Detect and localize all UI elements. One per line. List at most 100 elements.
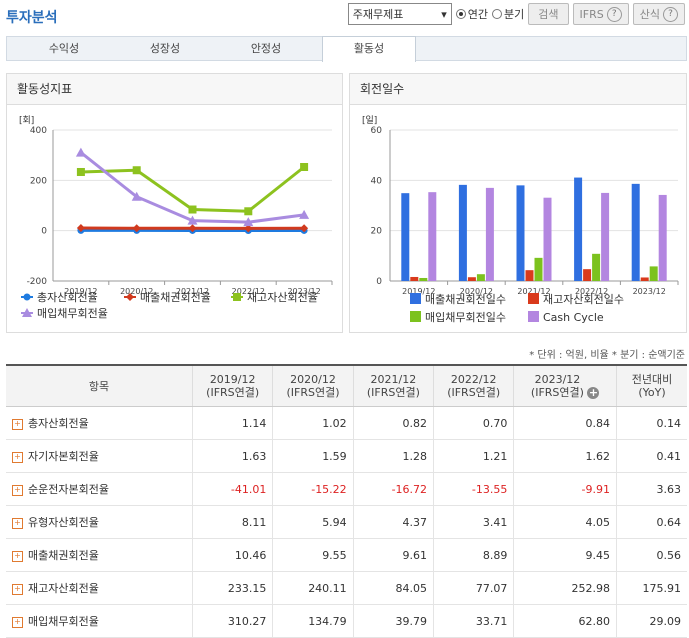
col-header-item: 항목: [6, 365, 193, 407]
tab-profitability[interactable]: 수익성: [18, 37, 110, 61]
table-cell: 3.41: [434, 506, 514, 539]
radio-quarter-label: 분기: [504, 6, 524, 22]
legend-label: 매출채권회전일수: [425, 292, 506, 306]
table-header-row: 항목 2019/12 (IFRS연결) 2020/12 (IFRS연결) 202…: [6, 365, 687, 407]
formula-label: 산식: [640, 6, 660, 22]
legend-swatch: [528, 293, 539, 304]
table-cell: -41.01: [193, 473, 273, 506]
table-cell: 8.89: [434, 539, 514, 572]
row-label-cell[interactable]: + 재고자산회전율: [6, 572, 193, 605]
panel-title: 활동성지표: [7, 74, 342, 105]
y-tick-label: 60: [371, 126, 383, 136]
legend-swatch: [410, 311, 421, 322]
table-cell: 33.71: [434, 605, 514, 638]
row-label-cell[interactable]: + 총자산회전율: [6, 407, 193, 440]
row-label: 순운전자본회전율: [28, 483, 109, 496]
table-cell: 1.21: [434, 440, 514, 473]
radio-quarter[interactable]: 분기: [492, 6, 524, 22]
col-header-2023: 2023/12 (IFRS연결) +: [514, 365, 617, 407]
activity-line-chart: [회]4002000-2002019/122020/122021/122022/…: [7, 105, 342, 333]
table-cell: 233.15: [193, 572, 273, 605]
formula-button[interactable]: 산식 ?: [633, 3, 685, 25]
table-row: +순운전자본회전율-41.01-15.22-16.72-13.55-9.913.…: [6, 473, 687, 506]
bar: [517, 185, 525, 281]
activity-table: 항목 2019/12 (IFRS연결) 2020/12 (IFRS연결) 202…: [6, 364, 687, 638]
turnover-days-bar-chart: [일]60402002019/122020/122021/122022/1220…: [350, 105, 686, 333]
y-tick-label: -200: [27, 277, 48, 287]
bar: [486, 188, 494, 281]
row-label: 유형자산회전율: [28, 516, 99, 529]
tab-activity[interactable]: 활동성: [322, 36, 416, 62]
bar: [428, 192, 436, 281]
row-label: 총자산회전율: [28, 417, 89, 430]
ifrs-button[interactable]: IFRS ?: [573, 3, 629, 25]
toolbar: 주재무제표 ▾ 연간 분기 검색 IFRS ? 산식 ?: [348, 3, 685, 25]
row-label-cell[interactable]: +매입채무회전율: [6, 605, 193, 638]
expand-plus-icon[interactable]: +: [12, 551, 23, 562]
radio-annual[interactable]: 연간: [456, 6, 488, 22]
table-cell: 310.27: [193, 605, 273, 638]
table-cell: -13.55: [434, 473, 514, 506]
x-tick-label: 2023/12: [633, 287, 666, 296]
table-cell: 0.56: [617, 539, 688, 572]
y-tick-label: 200: [30, 176, 47, 186]
data-point: [76, 148, 86, 157]
page-title: 투자분석: [6, 7, 58, 27]
row-label-cell[interactable]: + 유형자산회전율: [6, 506, 193, 539]
expand-plus-icon[interactable]: +: [12, 584, 23, 595]
table-cell: 0.70: [434, 407, 514, 440]
table-cell: 1.62: [514, 440, 617, 473]
expand-columns-icon[interactable]: +: [587, 387, 599, 399]
legend-swatch: [528, 311, 539, 322]
table-cell: 5.94: [273, 506, 353, 539]
expand-plus-icon[interactable]: +: [12, 452, 23, 463]
table-cell: -15.22: [273, 473, 353, 506]
expand-plus-icon[interactable]: +: [12, 518, 23, 529]
row-label-cell[interactable]: + 자기자본회전율: [6, 440, 193, 473]
row-label-cell[interactable]: + 순운전자본회전율: [6, 473, 193, 506]
bar: [592, 254, 600, 281]
bar: [410, 277, 418, 281]
search-button[interactable]: 검색: [528, 3, 568, 25]
radio-annual-icon: [456, 9, 466, 19]
table-cell: 0.64: [617, 506, 688, 539]
chevron-down-icon: ▾: [441, 8, 447, 21]
bar: [641, 277, 649, 281]
help-icon: ?: [663, 7, 678, 22]
tab-stability[interactable]: 안정성: [220, 37, 312, 61]
data-point: [189, 206, 197, 214]
row-label: 자기자본회전율: [28, 450, 99, 463]
row-label-cell[interactable]: +매출채권회전율: [6, 539, 193, 572]
panel-title: 회전일수: [350, 74, 686, 105]
table-cell: 10.46: [193, 539, 273, 572]
row-label: 재고자산회전율: [28, 582, 99, 595]
y-tick-label: 400: [30, 126, 47, 136]
data-point: [300, 163, 308, 171]
table-cell: 175.91: [617, 572, 688, 605]
expand-plus-icon[interactable]: +: [12, 419, 23, 430]
statement-select[interactable]: 주재무제표 ▾: [348, 3, 452, 25]
series-line-재고자산회전율: [81, 167, 304, 211]
unit-note: * 단위 : 억원, 비율 * 분기 : 순액기준: [529, 346, 685, 361]
turnover-days-panel: 회전일수 [일]60402002019/122020/122021/122022…: [349, 73, 687, 333]
table-cell: 39.79: [353, 605, 433, 638]
legend-swatch: [410, 293, 421, 304]
radio-annual-label: 연간: [468, 6, 488, 22]
ifrs-label: IFRS: [580, 8, 604, 21]
table-cell: 0.41: [617, 440, 688, 473]
tab-growth[interactable]: 성장성: [119, 37, 211, 61]
legend-label: 재고자산회전일수: [543, 292, 624, 306]
table-cell: 0.84: [514, 407, 617, 440]
legend-label: 매입채무회전율: [37, 307, 108, 320]
table-cell: 9.45: [514, 539, 617, 572]
bar: [526, 270, 534, 281]
expand-plus-icon[interactable]: +: [12, 485, 23, 496]
y-tick-label: 40: [371, 176, 383, 186]
bar: [401, 193, 409, 281]
tab-bar: 수익성 성장성 안정성 활동성: [6, 36, 687, 61]
col-header-2022: 2022/12 (IFRS연결): [434, 365, 514, 407]
y-axis-label: [일]: [362, 115, 377, 126]
expand-plus-icon[interactable]: +: [12, 617, 23, 628]
table-row: +매입채무회전율310.27134.7939.7933.7162.8029.09: [6, 605, 687, 638]
legend-label: 재고자산회전율: [247, 291, 318, 304]
